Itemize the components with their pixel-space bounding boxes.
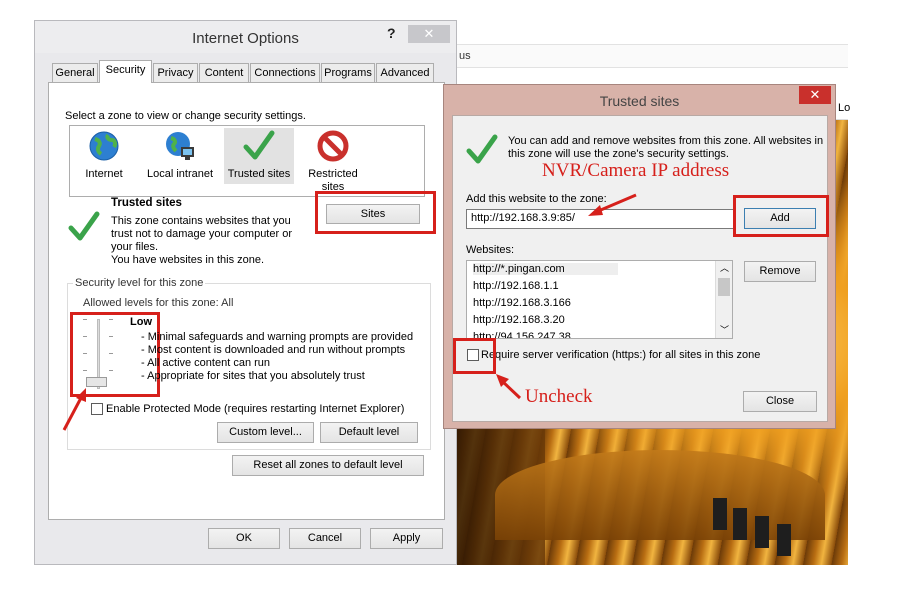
zone-local-intranet[interactable]: Local intranet (140, 128, 220, 192)
level-bullet-3: - All active content can run (141, 357, 271, 369)
tab-content[interactable]: Content (199, 63, 249, 83)
restricted-icon (317, 130, 349, 162)
custom-level-button[interactable]: Custom level... (217, 422, 314, 443)
zone-desc-line-2: trust not to damage your computer or (111, 228, 292, 240)
add-highlight (733, 195, 829, 237)
security-level-legend: Security level for this zone (73, 277, 206, 289)
security-tab-panel: Select a zone to view or change security… (48, 82, 445, 520)
websites-label: Websites: (466, 244, 515, 256)
globe-icon (89, 131, 119, 161)
level-bullet-2: - Most content is downloaded and run wit… (141, 344, 406, 356)
zone-instructions: Select a zone to view or change security… (65, 110, 306, 122)
ip-address-note: NVR/Camera IP address (542, 160, 730, 181)
zone-trusted-sites[interactable]: Trusted sites (224, 128, 294, 184)
trusted-checkmark-icon (68, 211, 100, 241)
zone-trusted-label: Trusted sites (227, 168, 291, 180)
protected-mode-label: Enable Protected Mode (requires restarti… (106, 403, 405, 415)
arrow-to-checkbox-icon (496, 374, 522, 400)
help-button[interactable]: ? (387, 25, 396, 41)
apply-button[interactable]: Apply (370, 528, 443, 549)
info-line-2: this zone will use the zone's security s… (508, 148, 729, 160)
tab-programs[interactable]: Programs (321, 63, 375, 83)
default-level-button[interactable]: Default level (320, 422, 418, 443)
level-name: Low (130, 316, 152, 328)
checkmark-icon (466, 134, 498, 164)
zone-restricted-sites[interactable]: Restricted sites (298, 128, 368, 194)
add-website-value: http://192.168.3.9:85/ (471, 212, 575, 224)
close-dialog-button[interactable]: Close (743, 391, 817, 412)
list-item[interactable]: http://192.168.1.1 (473, 280, 559, 292)
uncheck-note: Uncheck (525, 386, 593, 407)
tab-privacy[interactable]: Privacy (153, 63, 198, 83)
tab-general[interactable]: General (52, 63, 98, 83)
scrollbar-thumb[interactable] (718, 278, 730, 296)
tab-connections[interactable]: Connections (250, 63, 320, 83)
window-title: Trusted sites (599, 93, 680, 109)
zone-internet-label: Internet (85, 168, 123, 180)
allowed-levels-label: Allowed levels for this zone: All (83, 297, 234, 309)
level-bullet-4: - Appropriate for sites that you absolut… (141, 370, 365, 382)
close-button[interactable]: ✕ (799, 86, 831, 104)
require-https-label: Require server verification (https:) for… (481, 349, 761, 361)
list-item[interactable]: http://192.168.3.166 (473, 297, 571, 309)
list-item[interactable]: http://192.168.3.20 (473, 314, 565, 326)
websites-list[interactable]: http://*.pingan.com http://192.168.1.1 h… (466, 260, 733, 339)
cancel-button[interactable]: Cancel (289, 528, 361, 549)
sites-highlight (315, 191, 436, 234)
internet-options-window: Internet Options ? ✕ General Security Pr… (34, 20, 457, 565)
tab-security[interactable]: Security (99, 60, 152, 83)
zone-list: Internet Local intranet Trusted sites Re… (69, 125, 425, 197)
intranet-icon (166, 132, 194, 160)
scroll-down-icon[interactable]: ﹀ (716, 323, 732, 337)
list-item[interactable]: http://*.pingan.com (473, 263, 618, 275)
scroll-up-icon[interactable]: ︿ (716, 261, 732, 275)
arrow-to-slider-icon (62, 388, 86, 431)
zone-intranet-label: Local intranet (146, 168, 214, 180)
zone-internet[interactable]: Internet (72, 128, 136, 192)
websites-scrollbar[interactable]: ︿ ﹀ (715, 261, 732, 338)
zone-title: Trusted sites (111, 197, 182, 209)
checkbox-highlight (453, 338, 496, 374)
reset-all-zones-button[interactable]: Reset all zones to default level (232, 455, 424, 476)
zone-desc-line-3: your files. (111, 241, 159, 253)
zone-desc-line-4: You have websites in this zone. (111, 254, 265, 266)
level-bullet-1: - Minimal safeguards and warning prompts… (141, 331, 414, 343)
info-line-1: You can add and remove websites from thi… (508, 135, 824, 147)
background-browser-tab-text: us (459, 50, 471, 62)
arrow-to-input-icon (588, 193, 637, 216)
background-browser-edge-text: Lo (838, 102, 851, 114)
ok-button[interactable]: OK (208, 528, 280, 549)
remove-button[interactable]: Remove (744, 261, 816, 282)
checkmark-icon (243, 130, 275, 160)
tab-advanced[interactable]: Advanced (376, 63, 434, 83)
close-button[interactable]: ✕ (408, 25, 450, 43)
zone-desc-line-1: This zone contains websites that you (111, 215, 291, 227)
